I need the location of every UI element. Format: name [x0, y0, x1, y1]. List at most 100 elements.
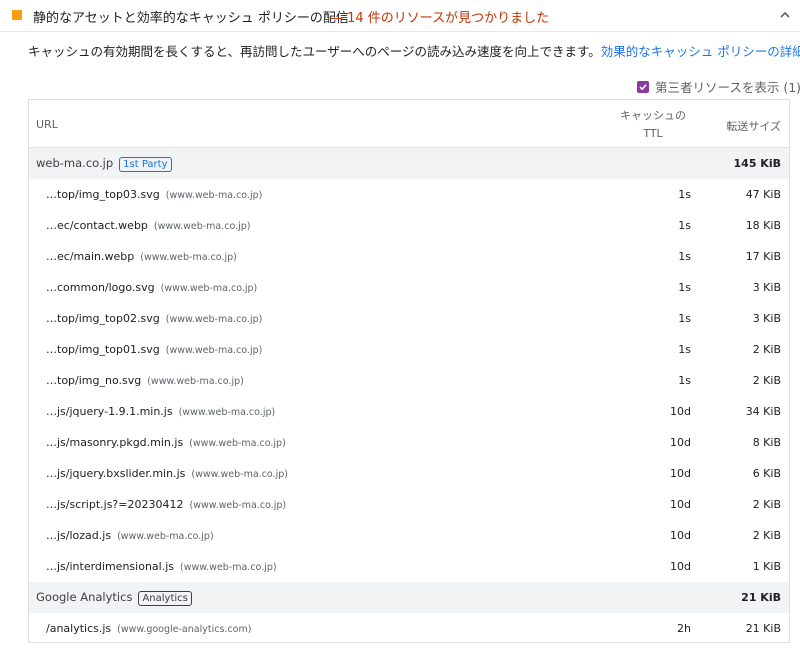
resource-cache-ttl: 1s	[678, 281, 691, 294]
resource-url[interactable]: …top/img_top03.svg (www.web-ma.co.jp)	[46, 188, 262, 201]
entity-label: Google Analytics	[36, 590, 133, 604]
checkmark-icon	[639, 83, 647, 90]
cache-ttl-header-line2: TTL	[643, 127, 663, 140]
table-row[interactable]: …js/interdimensional.js (www.web-ma.co.jp…	[29, 551, 789, 582]
table-row[interactable]: …common/logo.svg (www.web-ma.co.jp) 1s 3 Ki…	[29, 272, 789, 303]
resource-path: /analytics.js	[46, 622, 112, 635]
learn-more-link[interactable]: 効果的なキャッシュ ポリシーの詳細	[601, 44, 800, 59]
resource-host: (www.web-ma.co.jp)	[153, 221, 251, 232]
table-row[interactable]: …ec/contact.webp (www.web-ma.co.jp) 1s 18 K…	[29, 210, 789, 241]
resource-transfer-size: 2 KiB	[752, 498, 781, 511]
table-row[interactable]: …js/lozad.js (www.web-ma.co.jp) 10d 2 KiB	[29, 520, 789, 551]
group-entity-name: Google Analytics Analytics	[36, 590, 192, 606]
third-party-label: 第三者リソースを表示 (1)	[655, 80, 800, 95]
resource-url[interactable]: …top/img_no.svg (www.web-ma.co.jp)	[46, 374, 244, 387]
resource-url[interactable]: …js/jquery-1.9.1.min.js (www.web-ma.co.jp…	[46, 405, 275, 418]
table-row[interactable]: /analytics.js (www.google-analytics.com) 2…	[29, 613, 789, 642]
resource-path: …top/img_top01.svg	[46, 343, 160, 356]
resource-host: (www.web-ma.co.jp)	[191, 469, 288, 480]
resource-url[interactable]: /analytics.js (www.google-analytics.com)	[46, 622, 251, 635]
group-row: web-ma.co.jp 1st Party 145 KiB	[29, 148, 789, 179]
column-header-url: URL	[36, 118, 58, 131]
third-party-filter[interactable]: 第三者リソースを表示 (1)	[637, 77, 800, 96]
resource-cache-ttl: 1s	[678, 312, 691, 325]
resource-host: (www.web-ma.co.jp)	[165, 190, 263, 201]
resource-cache-ttl: 10d	[670, 498, 691, 511]
resource-url[interactable]: …ec/contact.webp (www.web-ma.co.jp)	[46, 219, 251, 232]
resource-url[interactable]: …ec/main.webp (www.web-ma.co.jp)	[46, 250, 237, 263]
resource-cache-ttl: 10d	[670, 467, 691, 480]
resource-host: (www.web-ma.co.jp)	[189, 500, 287, 511]
resource-cache-ttl: 10d	[670, 529, 691, 542]
table-row[interactable]: …top/img_top01.svg (www.web-ma.co.jp) 1s 2 …	[29, 334, 789, 365]
resource-cache-ttl: 1s	[678, 250, 691, 263]
resource-path: …js/interdimensional.js	[46, 560, 174, 573]
group-total-size: 21 KiB	[741, 591, 781, 604]
description-text: キャッシュの有効期間を長くすると、再訪問したユーザーへのページの読み込み速度を向…	[28, 44, 601, 59]
table-row[interactable]: …js/jquery-1.9.1.min.js (www.web-ma.co.jp…	[29, 396, 789, 427]
resource-url[interactable]: …common/logo.svg (www.web-ma.co.jp)	[46, 281, 257, 294]
table-row[interactable]: …top/img_no.svg (www.web-ma.co.jp) 1s 2 KiB	[29, 365, 789, 396]
resource-url[interactable]: …top/img_top02.svg (www.web-ma.co.jp)	[46, 312, 262, 325]
resource-host: (www.web-ma.co.jp)	[165, 314, 263, 325]
resource-cache-ttl: 1s	[678, 374, 691, 387]
resource-host: (www.web-ma.co.jp)	[180, 562, 277, 573]
resource-path: …common/logo.svg	[46, 281, 155, 294]
column-header-cache-ttl: キャッシュの TTL	[615, 107, 691, 143]
resource-transfer-size: 6 KiB	[752, 467, 781, 480]
resource-path: …top/img_top02.svg	[46, 312, 160, 325]
table-row[interactable]: …ec/main.webp (www.web-ma.co.jp) 1s 17 KiB	[29, 241, 789, 272]
resource-url[interactable]: …js/lozad.js (www.web-ma.co.jp)	[46, 529, 214, 542]
resource-path: …js/jquery-1.9.1.min.js	[46, 405, 173, 418]
resource-cache-ttl: 10d	[670, 405, 691, 418]
resource-transfer-size: 47 KiB	[745, 188, 781, 201]
resource-cache-ttl: 10d	[670, 436, 691, 449]
entity-badge: 1st Party	[119, 157, 172, 172]
resource-host: (www.web-ma.co.jp)	[160, 283, 258, 294]
resource-path: …top/img_no.svg	[46, 374, 142, 387]
resource-transfer-size: 18 KiB	[745, 219, 781, 232]
audit-summary: — 14 件のリソースが見つかりました	[330, 11, 550, 26]
table-row[interactable]: …js/jquery.bxslider.min.js (www.web-ma.co…	[29, 458, 789, 489]
table-row[interactable]: …js/script.js?=20230412 (www.web-ma.co.jp…	[29, 489, 789, 520]
resource-transfer-size: 2 KiB	[752, 374, 781, 387]
resource-host: (www.web-ma.co.jp)	[147, 376, 244, 387]
resource-url[interactable]: …js/script.js?=20230412 (www.web-ma.co.jp…	[46, 498, 286, 511]
resource-transfer-size: 34 KiB	[745, 405, 781, 418]
resource-host: (www.web-ma.co.jp)	[189, 438, 286, 449]
table-row[interactable]: …top/img_top02.svg (www.web-ma.co.jp) 1s 3 …	[29, 303, 789, 334]
group-entity-name: web-ma.co.jp 1st Party	[36, 156, 172, 172]
audit-description: キャッシュの有効期間を長くすると、再訪問したユーザーへのページの読み込み速度を向…	[28, 41, 800, 60]
third-party-checkbox[interactable]	[637, 80, 649, 93]
resource-host: (www.web-ma.co.jp)	[140, 252, 237, 263]
table-row[interactable]: …top/img_top03.svg (www.web-ma.co.jp) 1s 47…	[29, 179, 789, 210]
resource-url[interactable]: …top/img_top01.svg (www.web-ma.co.jp)	[46, 343, 262, 356]
resource-cache-ttl: 1s	[678, 219, 691, 232]
chevron-up-icon[interactable]	[778, 8, 792, 22]
resource-transfer-size: 3 KiB	[752, 312, 781, 325]
resource-cache-ttl: 1s	[678, 188, 691, 201]
resource-url[interactable]: …js/masonry.pkgd.min.js (www.web-ma.co.jp…	[46, 436, 286, 449]
resources-table: URL キャッシュの TTL 転送サイズ web-ma.co.jp 1st Par…	[28, 99, 790, 643]
table-row[interactable]: …js/masonry.pkgd.min.js (www.web-ma.co.jp…	[29, 427, 789, 458]
resource-transfer-size: 17 KiB	[745, 250, 781, 263]
resource-cache-ttl: 1s	[678, 343, 691, 356]
resource-transfer-size: 8 KiB	[752, 436, 781, 449]
resource-path: …ec/contact.webp	[46, 219, 148, 232]
warning-status-icon	[12, 10, 22, 20]
column-header-transfer-size: 転送サイズ	[726, 120, 781, 133]
resource-path: …js/script.js?=20230412	[46, 498, 184, 511]
resource-url[interactable]: …js/jquery.bxslider.min.js (www.web-ma.co…	[46, 467, 288, 480]
resource-path: …top/img_top03.svg	[46, 188, 160, 201]
resource-url[interactable]: …js/interdimensional.js (www.web-ma.co.jp…	[46, 560, 277, 573]
audit-title: 静的なアセットと効率的なキャッシュ ポリシーの配信	[33, 11, 349, 26]
resource-path: …ec/main.webp	[46, 250, 135, 263]
resource-host: (www.web-ma.co.jp)	[178, 407, 276, 418]
audit-header[interactable]: 静的なアセットと効率的なキャッシュ ポリシーの配信 — 14 件のリソースが見つ…	[0, 0, 800, 32]
resource-transfer-size: 1 KiB	[752, 560, 781, 573]
resource-host: (www.web-ma.co.jp)	[117, 531, 214, 542]
resource-cache-ttl: 10d	[670, 560, 691, 573]
table-header: URL キャッシュの TTL 転送サイズ	[29, 100, 789, 148]
resource-host: (www.web-ma.co.jp)	[165, 345, 263, 356]
resource-transfer-size: 21 KiB	[745, 622, 781, 635]
